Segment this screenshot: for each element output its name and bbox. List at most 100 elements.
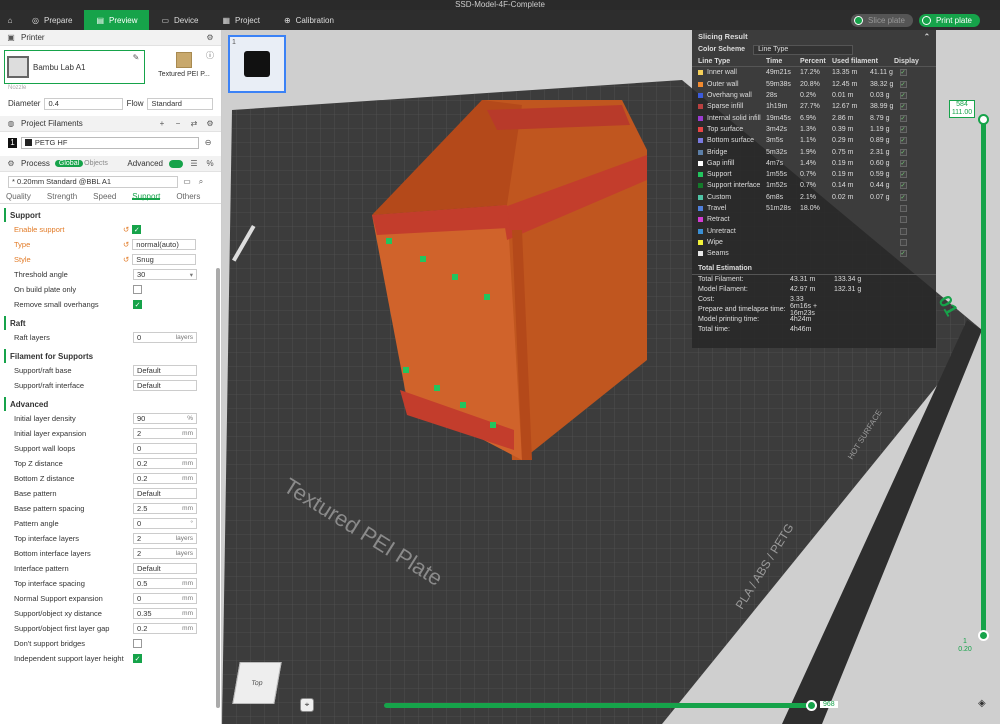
layer-track[interactable] [981, 118, 986, 636]
tab-device[interactable]: ▭ Device [149, 10, 210, 30]
display-checkbox[interactable]: ✓ [899, 114, 907, 122]
display-checkbox[interactable] [899, 216, 907, 224]
support-style-select[interactable]: Snug [132, 254, 197, 265]
advanced-option-input[interactable]: 0.2 mm [133, 458, 197, 469]
raft-layers-input[interactable]: 0 layers [133, 332, 197, 343]
tab-project[interactable]: ▦ Project [210, 10, 271, 30]
display-checkbox[interactable]: ✓ [899, 137, 907, 145]
advanced-option-input[interactable]: 0.35 mm [133, 608, 197, 619]
display-checkbox[interactable]: ✓ [899, 103, 907, 111]
display-checkbox[interactable]: ✓ [899, 92, 907, 100]
move-slider[interactable]: 968 [384, 700, 844, 712]
top-layer-label: 584 111.00 [949, 100, 975, 118]
remove-filament-icon[interactable]: − [173, 119, 183, 129]
move-track[interactable] [384, 703, 812, 708]
color-scheme-select[interactable]: Line Type [753, 44, 854, 55]
display-checkbox[interactable] [899, 238, 907, 246]
advanced-option-checkbox[interactable]: ✓ [133, 654, 142, 663]
advanced-option-input[interactable]: 2 layers [133, 533, 197, 544]
printer-selector[interactable]: Bambu Lab A1 ✎ [4, 50, 145, 84]
objects-toggle[interactable]: Objects [84, 160, 108, 167]
filament-settings-icon[interactable]: ⚙ [205, 119, 215, 129]
advanced-option-input[interactable]: Default [133, 563, 197, 574]
fit-view-icon[interactable]: ⌖ [300, 698, 314, 712]
display-checkbox[interactable] [899, 205, 907, 212]
plate-thumbnail[interactable]: 1 [228, 35, 286, 93]
build-plate-only-checkbox[interactable] [133, 285, 142, 294]
support-type-select[interactable]: normal(auto) [132, 239, 197, 250]
support-raft-base-select[interactable]: Default [133, 365, 197, 376]
display-checkbox[interactable]: ✓ [899, 250, 907, 258]
list-icon[interactable]: ☰ [189, 159, 199, 169]
tab-speed[interactable]: Speed [93, 192, 116, 201]
tab-preview[interactable]: ▤ Preview [84, 10, 150, 30]
display-checkbox[interactable]: ✓ [899, 159, 907, 167]
search-icon[interactable]: ⌕ [196, 177, 206, 187]
sidebar-scrollbar[interactable] [216, 268, 220, 708]
display-checkbox[interactable]: ✓ [899, 182, 907, 190]
advanced-option-input[interactable]: 0 [133, 443, 197, 454]
threshold-angle-input[interactable]: 30 ▾ [133, 269, 197, 280]
layers-icon[interactable]: ◈ [978, 698, 992, 712]
tab-others[interactable]: Others [176, 192, 200, 201]
save-preset-icon[interactable]: ▭ [182, 177, 192, 187]
tab-strength[interactable]: Strength [47, 192, 77, 201]
collapse-icon[interactable]: ⌃ [924, 32, 930, 41]
display-checkbox[interactable]: ✓ [899, 125, 907, 133]
support-raft-interface-row: Support/raft interface Default [0, 378, 221, 393]
top-layer-handle[interactable] [978, 114, 989, 125]
advanced-option-input[interactable]: 0 ° [133, 518, 197, 529]
result-table-header: Line Type Time Percent Used filament Display [692, 56, 936, 68]
tab-quality[interactable]: Quality [6, 192, 31, 201]
printer-settings-icon[interactable]: ⚙ [205, 33, 215, 43]
support-raft-interface-select[interactable]: Default [133, 380, 197, 391]
edit-printer-icon[interactable]: ✎ [131, 52, 141, 62]
tab-calibration[interactable]: ⊕ Calibration [272, 10, 346, 30]
add-filament-icon[interactable]: + [157, 119, 167, 129]
bottom-layer-handle[interactable] [978, 630, 989, 641]
advanced-option-input[interactable]: 0.2 mm [133, 623, 197, 634]
display-checkbox[interactable]: ✓ [899, 80, 907, 88]
view-cube[interactable]: Top [232, 662, 282, 704]
advanced-option-input[interactable]: 0.5 mm [133, 578, 197, 589]
reset-icon[interactable]: ↺ [123, 240, 129, 249]
advanced-option-row: Support/object first layer gap 0.2 mm [0, 621, 221, 636]
reset-icon[interactable]: ↺ [123, 225, 129, 234]
line-type-swatch [698, 172, 703, 178]
remove-small-overhangs-checkbox[interactable]: ✓ [133, 300, 142, 309]
advanced-option-checkbox[interactable] [133, 639, 142, 648]
layer-slider[interactable]: 584 111.00 1 0.20 [949, 100, 989, 660]
plate-selector[interactable]: Textured PEI P... ⓘ [151, 50, 217, 84]
advanced-option-input[interactable]: 2 layers [133, 548, 197, 559]
display-checkbox[interactable]: ✓ [899, 171, 907, 179]
advanced-option-input[interactable]: 0 mm [133, 593, 197, 604]
sync-filament-icon[interactable]: ⇄ [189, 119, 199, 129]
move-handle[interactable] [806, 700, 817, 711]
advanced-option-input[interactable]: 90% [133, 413, 197, 424]
advanced-option-input[interactable]: 0.2 mm [133, 473, 197, 484]
enable-support-checkbox[interactable]: ✓ [132, 225, 142, 234]
home-button[interactable]: ⌂ [0, 10, 20, 30]
slice-plate-button[interactable]: Slice plate [851, 13, 913, 27]
flow-select[interactable]: Standard [147, 97, 213, 110]
advanced-option-input[interactable]: Default [133, 488, 197, 499]
tab-prepare[interactable]: ◎ Prepare [20, 10, 84, 30]
reset-icon[interactable]: ↺ [123, 255, 129, 264]
process-preset-select[interactable]: * 0.20mm Standard @BBL A1 [8, 175, 178, 188]
diameter-select[interactable]: 0.4 [44, 97, 123, 110]
display-checkbox[interactable]: ✓ [899, 69, 907, 77]
print-plate-button[interactable]: Print plate [918, 13, 980, 27]
display-checkbox[interactable]: ✓ [899, 148, 907, 156]
filament-select[interactable]: PETG HF [20, 136, 200, 149]
advanced-switch[interactable] [169, 159, 183, 168]
plate-info-icon[interactable]: ⓘ [205, 50, 215, 60]
percent-icon[interactable]: % [205, 159, 215, 169]
global-toggle[interactable]: Global [54, 160, 84, 167]
display-checkbox[interactable] [899, 227, 907, 235]
display-checkbox[interactable]: ✓ [899, 193, 907, 201]
tab-support[interactable]: Support [132, 192, 161, 201]
line-type-row: Support interface 1m52s 0.7% 0.14 m 0.44 g ✓ [692, 180, 936, 191]
advanced-option-input[interactable]: 2 mm [133, 428, 197, 439]
advanced-option-input[interactable]: 2.5 mm [133, 503, 197, 514]
filament-edit-icon[interactable]: ⊖ [203, 138, 213, 148]
